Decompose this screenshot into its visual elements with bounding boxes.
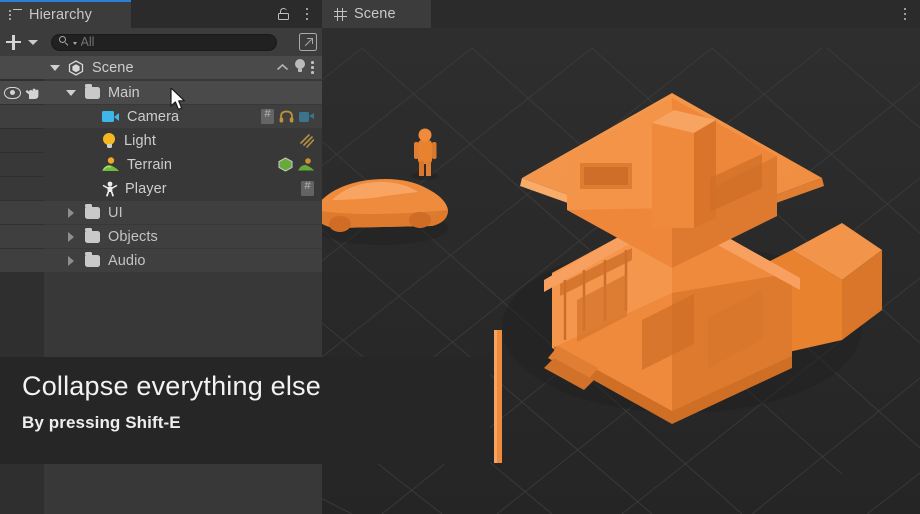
folder-icon (85, 203, 100, 219)
chevron-down-icon (28, 39, 38, 45)
hierarchy-tab-label: Hierarchy (29, 7, 92, 23)
script-hash-icon[interactable] (261, 108, 274, 124)
kebab-menu-icon (903, 7, 907, 21)
terrain-icon (102, 157, 119, 172)
camera-component-icons (261, 105, 314, 128)
list-icon (9, 8, 22, 22)
hierarchy-menu-button[interactable] (296, 3, 318, 25)
scene-tab-label: Scene (354, 6, 396, 22)
scene-menu-button[interactable] (894, 3, 916, 25)
tree-label-light: Light (124, 132, 156, 149)
pole-model (494, 330, 502, 463)
search-field[interactable] (51, 33, 277, 51)
caption-title: Collapse everything else (22, 371, 321, 401)
tree-label-player: Player (125, 180, 167, 197)
search-filter-chevron-icon (72, 42, 77, 45)
hierarchy-toolbar (0, 28, 322, 56)
caption-subtitle: By pressing Shift-E (22, 413, 181, 432)
search-icon (59, 36, 71, 48)
tree-label-ui: UI (108, 204, 123, 221)
tree-row-camera[interactable]: Camera (0, 105, 322, 128)
unity-scene-icon (68, 59, 84, 76)
terrain-component-icon[interactable] (298, 158, 314, 171)
tree-row-audio[interactable]: Audio (0, 249, 322, 272)
plus-icon (6, 34, 21, 50)
audio-listener-icon[interactable] (279, 110, 294, 123)
tree-row-scene[interactable]: Scene (0, 56, 322, 79)
folder-icon (85, 83, 100, 99)
grid-icon (334, 7, 347, 21)
tree-label-audio: Audio (108, 252, 146, 269)
disclosure-triangle-main[interactable] (66, 89, 76, 96)
light-bulb-icon (102, 133, 116, 148)
tree-row-main[interactable]: Main (0, 81, 322, 104)
lock-button[interactable] (272, 3, 294, 25)
mesh-collider-icon[interactable] (278, 157, 293, 172)
hierarchy-tabbar: Hierarchy (0, 0, 322, 28)
scene-tabbar: Scene (322, 0, 920, 28)
tree-label-main: Main (108, 84, 140, 101)
camera-component-icon[interactable] (299, 111, 314, 122)
hierarchy-header-icons (272, 0, 318, 28)
folder-icon (85, 227, 100, 243)
tree-row-terrain[interactable]: Terrain (0, 153, 322, 176)
kebab-menu-icon (305, 7, 309, 21)
terrain-component-icons (278, 153, 314, 176)
tree-label-objects: Objects (108, 228, 158, 245)
eye-visibility-icon[interactable] (4, 86, 21, 99)
tree-label-camera: Camera (127, 108, 180, 125)
player-component-icons (301, 177, 314, 200)
script-hash-icon[interactable] (301, 180, 314, 196)
lock-open-icon (277, 8, 289, 20)
search-input[interactable] (80, 35, 251, 49)
kebab-menu-icon[interactable] (311, 61, 314, 74)
hand-pickability-icon[interactable] (25, 86, 40, 100)
tree-label-scene: Scene (92, 59, 134, 76)
scene-header-icons (894, 0, 916, 28)
lightbulb-icon[interactable] (294, 58, 306, 78)
main-row-lanes (0, 81, 44, 104)
light-component-icon[interactable] (298, 133, 315, 148)
popout-window-button[interactable] (299, 33, 317, 51)
disclosure-triangle-scene[interactable] (50, 64, 60, 71)
tab-hierarchy[interactable]: Hierarchy (0, 0, 131, 28)
tree-row-objects[interactable]: Objects (0, 225, 322, 248)
unity-editor-window: Scene Hierarchy All Scene Main Camera # … (0, 0, 920, 514)
chevron-up-icon[interactable] (276, 59, 289, 77)
caption-overlay: Collapse everything else By pressing Shi… (0, 357, 490, 464)
disclosure-triangle-objects[interactable] (68, 231, 74, 242)
tree-row-light[interactable]: Light (0, 129, 322, 152)
tree-row-player[interactable]: Player (0, 177, 322, 200)
scene-row-icons (276, 56, 314, 79)
tree-row-ui[interactable]: UI (0, 201, 322, 224)
light-component-icons (298, 129, 315, 152)
tree-label-terrain: Terrain (127, 156, 173, 173)
player-avatar-icon (102, 181, 118, 197)
tab-scene[interactable]: Scene (322, 0, 431, 28)
camera-icon (102, 111, 119, 122)
folder-icon (85, 251, 100, 267)
add-object-button[interactable] (6, 34, 38, 50)
disclosure-triangle-ui[interactable] (68, 207, 74, 218)
popout-window-icon (304, 37, 313, 47)
disclosure-triangle-audio[interactable] (68, 255, 74, 266)
